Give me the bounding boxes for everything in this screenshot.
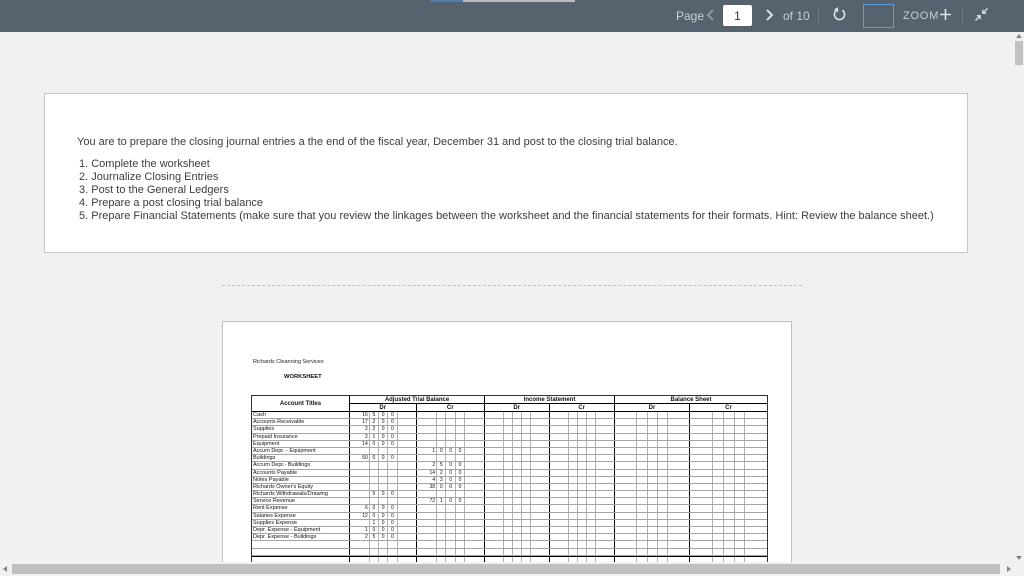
scroll-left-icon[interactable] bbox=[3, 566, 7, 572]
section-header: Balance Sheet Dr Cr bbox=[615, 396, 767, 412]
table-row bbox=[252, 541, 767, 549]
scroll-right-icon[interactable] bbox=[1007, 566, 1011, 572]
instructions-steps: 1. Complete the worksheet 2. Journalize … bbox=[77, 158, 953, 223]
toolbar-divider bbox=[962, 7, 963, 25]
table-row: Accum Depr.- Buildings 2 5 0 0 bbox=[252, 462, 767, 470]
table-row: Richards Withdrawals/Drawing 5 0 0 bbox=[252, 491, 767, 499]
step-item: 4. Prepare a post closing trial balance bbox=[79, 197, 264, 209]
worksheet-table: Account Titles Adjusted Trial Balance Dr Cr… bbox=[251, 395, 768, 564]
chevron-left-icon bbox=[706, 8, 715, 24]
scroll-down-icon[interactable] bbox=[1016, 556, 1022, 560]
scroll-up-icon[interactable] bbox=[1016, 34, 1022, 38]
table-row: Equipment 14 0 0 0 bbox=[252, 440, 767, 448]
table-row: Depr. Expense - Buildings 2 5 0 0 bbox=[252, 534, 767, 542]
table-row: Buildings 50 0 0 0 bbox=[252, 455, 767, 463]
document-page-1: You are to prepare the closing journal e… bbox=[44, 93, 968, 253]
rotate-icon bbox=[831, 6, 848, 26]
worksheet-title: WORKSHEET bbox=[284, 374, 322, 380]
table-row: Accum Depr. - Equipment 1 0 0 0 bbox=[252, 447, 767, 456]
plus-icon bbox=[939, 8, 952, 24]
horizontal-scrollbar-thumb[interactable] bbox=[12, 564, 1000, 574]
table-row: Supplies Expense 1 0 0 bbox=[252, 519, 767, 527]
progress-strip-blue bbox=[430, 0, 463, 2]
horizontal-scrollbar[interactable] bbox=[0, 562, 1014, 576]
table-row: Richards Owner's Equity 38 0 0 0 bbox=[252, 483, 767, 492]
step-item: 5. Prepare Financial Statements (make su… bbox=[79, 210, 934, 222]
collapse-icon bbox=[974, 7, 989, 25]
rotate-button[interactable] bbox=[829, 0, 849, 32]
table-row: Prepaid Insurance 2 1 0 0 bbox=[252, 433, 767, 441]
document-page-2: Richards Cleanning Services WORKSHEET Ac… bbox=[222, 321, 792, 576]
step-item: 1. Complete the worksheet bbox=[79, 158, 210, 170]
section-header: Income Statement Dr Cr bbox=[485, 396, 615, 412]
progress-strip-gray bbox=[463, 0, 575, 2]
table-row: Salaries Expense 12 0 0 0 bbox=[252, 512, 767, 520]
next-page-button[interactable] bbox=[761, 0, 777, 32]
instructions-intro: You are to prepare the closing journal e… bbox=[77, 136, 678, 148]
page-number-input[interactable] bbox=[723, 5, 752, 26]
page-label: Page bbox=[676, 9, 705, 23]
table-row: Service Revenue 72 1 0 0 bbox=[252, 498, 767, 506]
collapse-button[interactable] bbox=[971, 0, 991, 32]
table-row: Accounts Payable 14 2 0 0 bbox=[252, 469, 767, 477]
table-row bbox=[252, 548, 767, 556]
vertical-scrollbar-thumb[interactable] bbox=[1015, 41, 1023, 65]
table-row: Supplies 2 2 0 0 bbox=[252, 426, 767, 434]
company-name: Richards Cleanning Services bbox=[253, 359, 324, 365]
worksheet-header-row: Account Titles Adjusted Trial Balance Dr Cr… bbox=[252, 396, 767, 412]
table-row: Depr. Expense - Equipment 1 0 0 0 bbox=[252, 527, 767, 535]
table-row: Accounts Receivable 17 2 0 0 bbox=[252, 419, 767, 427]
section-header: Adjusted Trial Balance Dr Cr bbox=[350, 396, 485, 412]
table-row: Notes Payable 4 3 0 0 bbox=[252, 476, 767, 484]
scrollbar-corner bbox=[1014, 562, 1024, 576]
step-item: 2. Journalize Closing Entries bbox=[79, 171, 219, 183]
toolbar-divider bbox=[818, 7, 819, 25]
zoom-out-button[interactable] bbox=[866, 0, 891, 32]
table-row: Rent Expense 6 0 0 0 bbox=[252, 505, 767, 513]
zoom-in-button[interactable] bbox=[936, 0, 954, 32]
zoom-label: ZOOM bbox=[903, 10, 940, 22]
page-break-separator bbox=[222, 285, 802, 286]
table-row: Cash 16 5 0 0 bbox=[252, 412, 767, 420]
chevron-right-icon bbox=[765, 8, 774, 24]
step-item: 3. Post to the General Ledgers bbox=[79, 184, 229, 196]
prev-page-button[interactable] bbox=[702, 0, 718, 32]
pdf-toolbar: Page of 10 ZOOM bbox=[0, 0, 1024, 32]
page-count-label: of 10 bbox=[783, 9, 810, 23]
document-viewport: You are to prepare the closing journal e… bbox=[0, 32, 1024, 576]
account-titles-header: Account Titles bbox=[252, 396, 350, 411]
vertical-scrollbar[interactable] bbox=[1014, 32, 1024, 562]
